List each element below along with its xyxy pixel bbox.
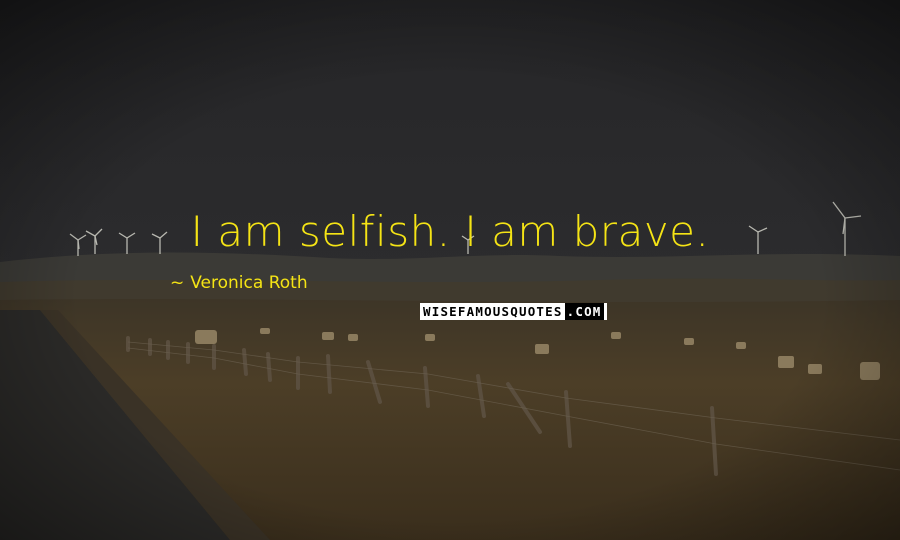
quote-text: I am selfish. I am brave.: [0, 204, 900, 260]
vignette: [0, 0, 900, 540]
author-prefix: ~: [170, 273, 185, 293]
quote-line: I am selfish. I am brave.: [190, 207, 710, 256]
landscape-background: [0, 0, 900, 540]
logo-text: WISEFAMOUSQUOTES: [423, 304, 563, 319]
author-line: ~ Veronica Roth: [170, 270, 308, 296]
quote-image: I am selfish. I am brave. ~ Veronica Roth…: [0, 0, 900, 540]
logo-suffix: .COM: [564, 303, 604, 320]
wisefamousquotes-logo: WISEFAMOUSQUOTES .COM: [420, 303, 607, 320]
author-name: Veronica Roth: [190, 273, 308, 293]
